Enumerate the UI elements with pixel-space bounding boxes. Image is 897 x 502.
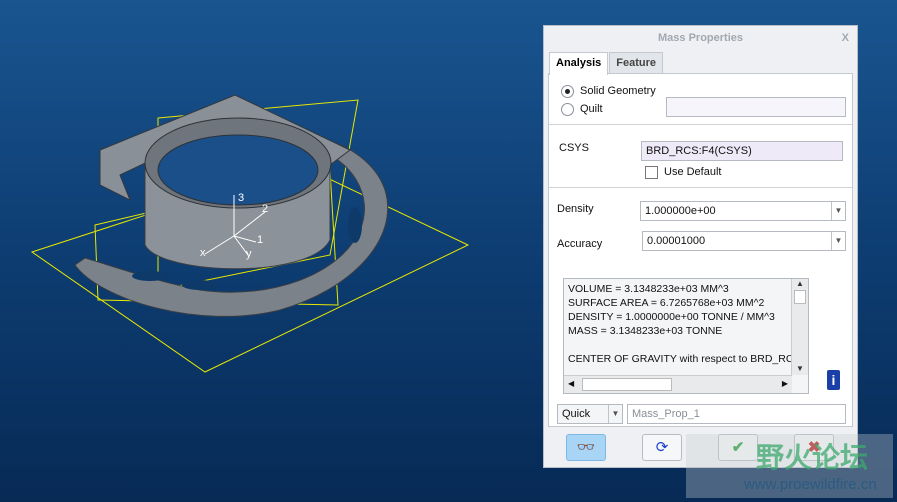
density-value: 1.000000e+00	[645, 205, 716, 217]
repeat-button[interactable]: ⟳	[642, 434, 682, 461]
result-line: MASS = 3.1348233e+03 TONNE	[568, 325, 723, 337]
horizontal-scrollbar[interactable]: ◀ ▶	[564, 375, 792, 393]
preview-button[interactable]: 👓	[566, 434, 606, 461]
refresh-icon: ⟳	[655, 439, 669, 456]
glasses-icon: 👓	[576, 439, 596, 456]
density-dropdown[interactable]: 1.000000e+00 ▼	[640, 201, 846, 221]
tab-analysis[interactable]: Analysis	[549, 52, 609, 75]
watermark-url: www.proewildfire.cn	[744, 476, 877, 493]
chevron-down-icon[interactable]: ▼	[831, 202, 845, 220]
dialog-title: Mass Properties	[658, 32, 743, 44]
axis-label: 3	[238, 192, 244, 204]
use-default-checkbox[interactable]	[645, 166, 658, 179]
csys-label: CSYS	[559, 142, 589, 154]
watermark-cn: 野火论坛	[756, 442, 869, 473]
csys-field[interactable]: BRD_RCS:F4(CSYS)	[641, 141, 843, 161]
axis-label: 2	[262, 203, 268, 215]
results-output[interactable]: VOLUME = 3.1348233e+03 MM^3 SURFACE AREA…	[563, 278, 809, 394]
vertical-scrollbar[interactable]: ▲ ▼	[791, 279, 808, 375]
info-icon[interactable]: i	[827, 370, 840, 390]
mode-value: Quick	[562, 408, 591, 420]
mass-properties-dialog: Mass Properties X Analysis Feature Solid …	[543, 25, 858, 468]
close-icon[interactable]: X	[842, 26, 849, 51]
solid-geometry-label: Solid Geometry	[580, 85, 656, 97]
axis-label: y	[246, 248, 252, 260]
accuracy-label: Accuracy	[557, 238, 603, 250]
quilt-radio[interactable]	[561, 103, 574, 116]
axis-label: 1	[257, 234, 263, 246]
watermark: 野火论坛 www.proewildfire.cn	[686, 434, 893, 498]
analysis-name-field[interactable]: Mass_Prop_1	[627, 404, 846, 424]
axis-label: x	[200, 247, 206, 259]
results-text: VOLUME = 3.1348233e+03 MM^3 SURFACE AREA…	[568, 282, 792, 370]
quilt-field[interactable]	[666, 97, 846, 117]
accuracy-value: 0.00001000	[647, 235, 706, 247]
dialog-title-bar[interactable]: Mass Properties X	[544, 26, 857, 51]
accuracy-dropdown[interactable]: 0.00001000 ▼	[642, 231, 846, 251]
result-line: SURFACE AREA = 6.7265768e+03 MM^2	[568, 297, 765, 309]
use-default-label: Use Default	[664, 166, 722, 178]
model-viewport[interactable]: 3 2 1 x y	[0, 0, 540, 502]
part-model	[74, 94, 389, 317]
result-line: VOLUME = 3.1348233e+03 MM^3	[568, 283, 729, 295]
result-line	[568, 338, 792, 352]
quilt-label: Quilt	[580, 103, 603, 115]
analysis-panel: Solid Geometry Quilt CSYS BRD_RCS:F4(CSY…	[548, 73, 853, 427]
tab-feature[interactable]: Feature	[609, 52, 663, 74]
result-line: DENSITY = 1.0000000e+00 TONNE / MM^3	[568, 311, 775, 323]
mode-dropdown[interactable]: Quick ▼	[557, 404, 623, 424]
density-label: Density	[557, 203, 594, 215]
solid-geometry-radio[interactable]	[561, 85, 574, 98]
chevron-down-icon[interactable]: ▼	[831, 232, 845, 250]
chevron-down-icon[interactable]: ▼	[608, 405, 622, 423]
result-line: CENTER OF GRAVITY with respect to BRD_RC…	[568, 353, 792, 365]
